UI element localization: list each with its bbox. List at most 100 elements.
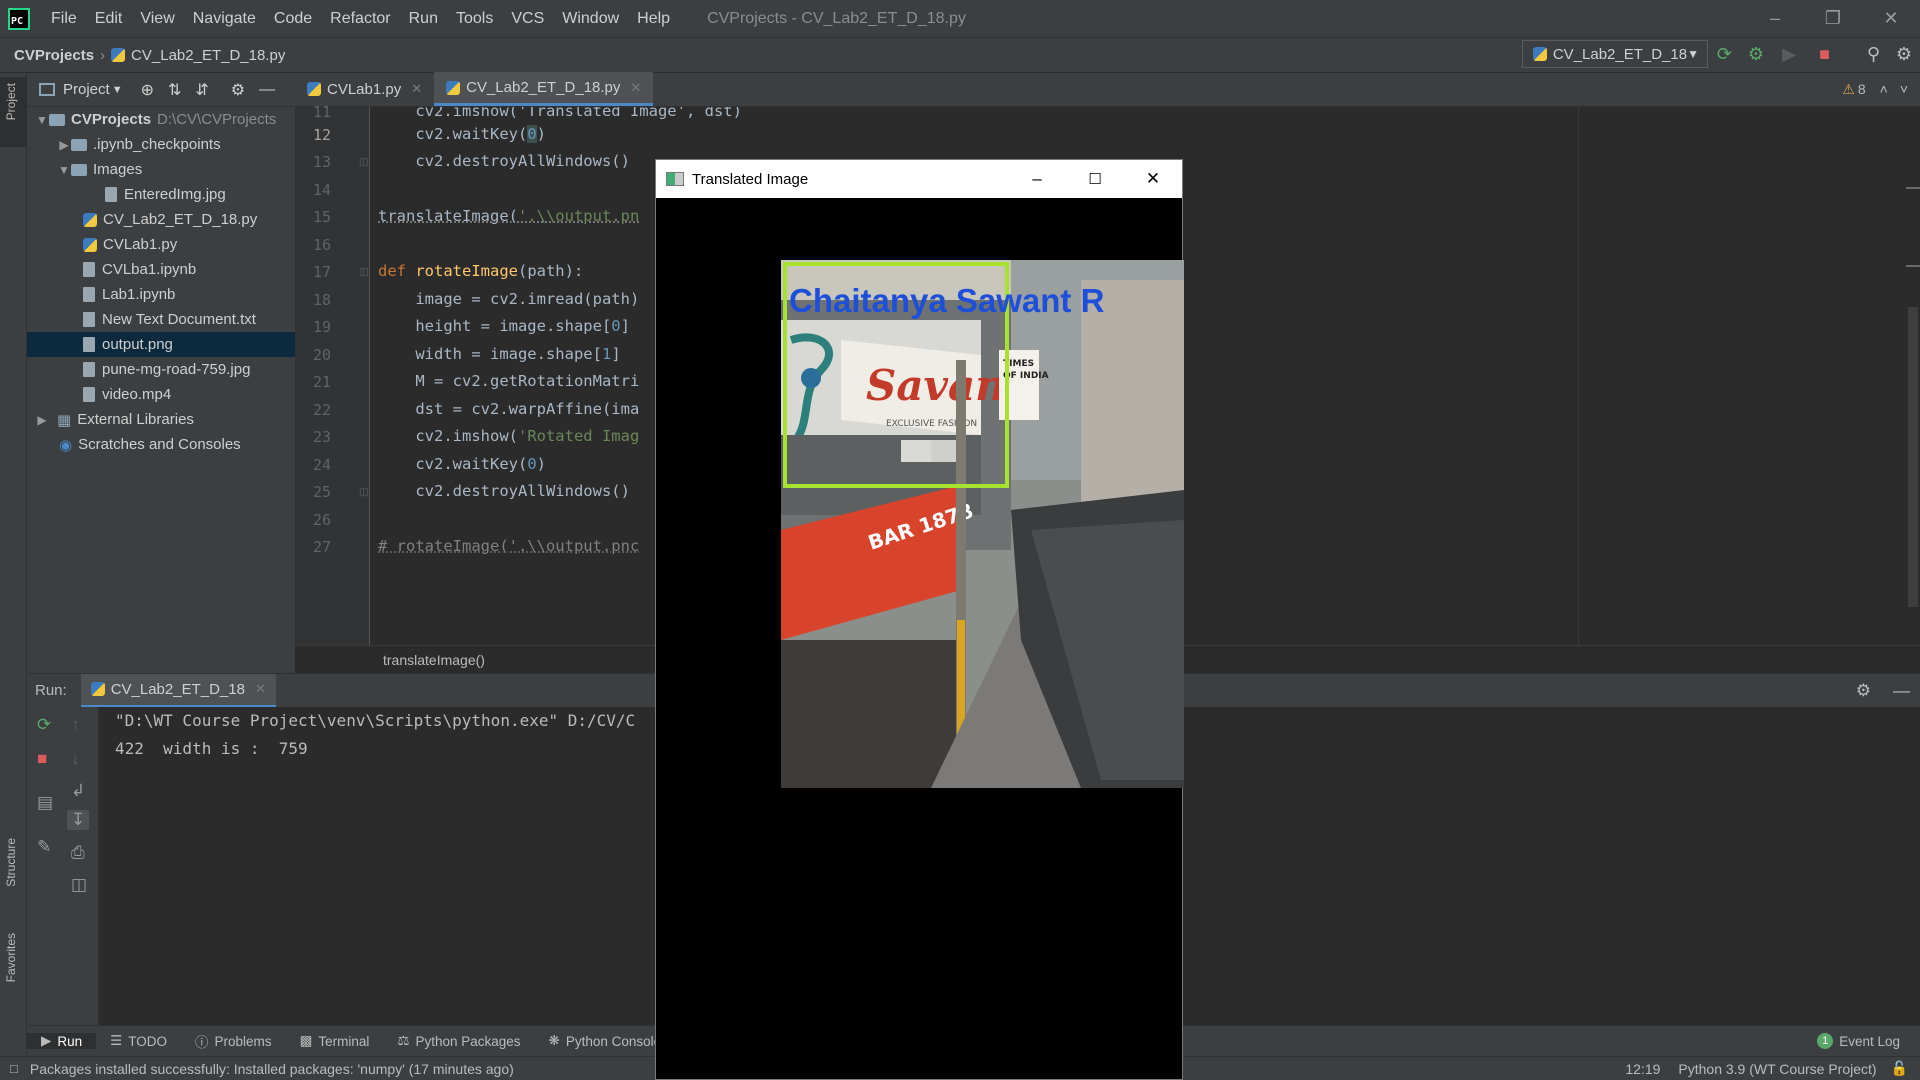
previous-highlight-icon[interactable]: ˄ xyxy=(1880,81,1888,97)
tab-cvlab1[interactable]: CVLab1.py ✕ xyxy=(295,72,434,106)
gear-icon[interactable]: ⚙ xyxy=(1856,681,1871,701)
minimize-icon[interactable]: – xyxy=(1008,169,1066,189)
breadcrumb-file[interactable]: CV_Lab2_ET_D_18.py xyxy=(131,47,285,64)
tree-item-pune-mg-road[interactable]: pune-mg-road-759.jpg xyxy=(27,357,295,382)
interpreter-selector[interactable]: Python 3.9 (WT Course Project) xyxy=(1678,1061,1876,1077)
inspection-widget[interactable]: ⚠ 8 ˄ ˅ xyxy=(1842,72,1920,106)
toolwindow-python-packages[interactable]: ⚖ Python Packages xyxy=(383,1033,534,1049)
hide-panel-icon[interactable]: — xyxy=(1893,681,1910,701)
stop-icon[interactable]: ■ xyxy=(1819,44,1830,65)
layout-icon[interactable]: ▤ xyxy=(37,793,53,813)
line-number: 25 xyxy=(312,483,331,501)
rerun-icon[interactable]: ⟳ xyxy=(1717,44,1732,65)
toolwindow-run[interactable]: ▶ Run xyxy=(27,1033,97,1049)
close-tab-icon[interactable]: ✕ xyxy=(255,681,266,697)
fold-icon[interactable]: ◫ xyxy=(359,267,368,278)
structure-tool-tab[interactable]: Structure xyxy=(4,838,18,887)
coverage-icon[interactable]: ▶ xyxy=(1782,44,1796,65)
menu-vcs[interactable]: VCS xyxy=(502,10,553,28)
close-icon[interactable]: ✕ xyxy=(1862,0,1920,37)
caret-position[interactable]: 12:19 xyxy=(1625,1061,1660,1077)
menu-window[interactable]: Window xyxy=(553,10,628,28)
breadcrumb-function[interactable]: translateImage() xyxy=(383,652,485,668)
menu-navigate[interactable]: Navigate xyxy=(184,10,265,28)
toolwindow-todo[interactable]: ☰ TODO xyxy=(96,1033,181,1049)
run-configuration-select[interactable]: CV_Lab2_ET_D_18 ▼ xyxy=(1522,40,1708,68)
chevron-down-icon[interactable]: ▼ xyxy=(112,84,123,96)
menu-run[interactable]: Run xyxy=(400,10,447,28)
menu-edit[interactable]: Edit xyxy=(86,10,132,28)
close-tab-icon[interactable]: ✕ xyxy=(630,80,641,96)
status-panel-icon[interactable]: □ xyxy=(10,1061,18,1076)
tree-item-ipynb-checkpoints[interactable]: ▶ .ipynb_checkpoints xyxy=(27,132,295,157)
tree-item-cvlba1[interactable]: CVLba1.ipynb xyxy=(27,257,295,282)
locate-icon[interactable]: ⊕ xyxy=(141,80,154,100)
favorites-tool-tab[interactable]: Favorites xyxy=(4,933,18,982)
fold-icon[interactable]: ◫ xyxy=(359,157,368,168)
tree-item-cv-lab2[interactable]: CV_Lab2_ET_D_18.py xyxy=(27,207,295,232)
stop-icon[interactable]: ■ xyxy=(37,749,47,769)
lock-icon[interactable]: 🔓 xyxy=(1891,1060,1908,1077)
debug-icon[interactable]: ⚙ xyxy=(1748,44,1764,65)
menu-view[interactable]: View xyxy=(131,10,183,28)
restore-icon[interactable]: ❐ xyxy=(1804,0,1862,37)
gear-icon[interactable]: ⚙ xyxy=(231,80,245,100)
search-icon[interactable]: ⚲ xyxy=(1867,44,1880,65)
pin-icon[interactable]: ✎ xyxy=(37,837,51,857)
menu-file[interactable]: File xyxy=(42,10,86,28)
next-highlight-icon[interactable]: ˅ xyxy=(1900,81,1908,97)
menu-tools[interactable]: Tools xyxy=(447,10,502,28)
rerun-icon[interactable]: ⟳ xyxy=(37,715,51,735)
hide-panel-icon[interactable]: — xyxy=(259,81,275,99)
fold-icon[interactable]: ◫ xyxy=(359,487,368,498)
down-arrow-icon[interactable]: ↓ xyxy=(71,749,80,769)
status-message[interactable]: Packages installed successfully: Install… xyxy=(30,1061,514,1077)
tree-item-enteredimg[interactable]: EnteredImg.jpg xyxy=(27,182,295,207)
menu-help[interactable]: Help xyxy=(628,10,679,28)
line-number: 16 xyxy=(312,236,331,254)
soft-wrap-icon[interactable]: ↲ xyxy=(71,781,85,801)
tree-item-cvlab1[interactable]: CVLab1.py xyxy=(27,232,295,257)
toolwindow-problems[interactable]: ⓘ Problems xyxy=(181,1031,286,1051)
tree-item-new-text-document[interactable]: New Text Document.txt xyxy=(27,307,295,332)
trash-icon[interactable]: ◫ xyxy=(71,875,87,895)
tree-item-images[interactable]: ▼ Images xyxy=(27,157,295,182)
close-icon[interactable]: ✕ xyxy=(1124,169,1182,189)
translated-image-window[interactable]: Translated Image – ☐ ✕ Savana EXCLUSIVE … xyxy=(655,159,1184,1080)
up-arrow-icon[interactable]: ↑ xyxy=(71,715,80,735)
run-tab[interactable]: CV_Lab2_ET_D_18 ✕ xyxy=(80,673,276,708)
tree-item-output-png[interactable]: output.png xyxy=(27,332,295,357)
menu-code[interactable]: Code xyxy=(265,10,321,28)
toolwindow-label: Python Packages xyxy=(415,1033,521,1049)
line-number: 15 xyxy=(312,208,331,226)
error-stripe[interactable] xyxy=(1900,107,1920,645)
chevron-down-icon[interactable]: ▼ xyxy=(57,163,71,177)
scroll-to-end-icon[interactable]: ↧ xyxy=(67,810,90,830)
close-tab-icon[interactable]: ✕ xyxy=(411,81,422,97)
breadcrumb-project[interactable]: CVProjects xyxy=(14,47,94,64)
tab-cv-lab2[interactable]: CV_Lab2_ET_D_18.py ✕ xyxy=(434,72,654,106)
project-view-select[interactable]: Project xyxy=(63,81,110,98)
settings-icon[interactable]: ⚙ xyxy=(1896,44,1912,65)
minimize-icon[interactable]: – xyxy=(1746,0,1804,37)
toolwindow-event-log[interactable]: 1 Event Log xyxy=(1803,1033,1920,1049)
code-line: image = cv2.imread(path) xyxy=(378,290,639,308)
print-icon[interactable]: ⎙ xyxy=(71,843,85,863)
maximize-icon[interactable]: ☐ xyxy=(1066,170,1124,188)
toolwindow-terminal[interactable]: ▩ Terminal xyxy=(286,1033,384,1049)
expand-all-icon[interactable]: ⇅ xyxy=(168,80,181,100)
collapse-all-icon[interactable]: ⇵ xyxy=(195,80,208,100)
cv-window-titlebar[interactable]: Translated Image – ☐ ✕ xyxy=(656,160,1182,198)
chevron-down-icon[interactable]: ▼ xyxy=(35,113,49,127)
project-tool-tab[interactable]: Project xyxy=(0,77,27,147)
tree-item-external-libraries[interactable]: ▶ ▦ External Libraries xyxy=(27,407,295,432)
tree-item-cvprojects[interactable]: ▼ CVProjects D:\CV\CVProjects xyxy=(27,107,295,132)
chevron-right-icon[interactable]: ▶ xyxy=(35,413,49,427)
tree-item-lab1[interactable]: Lab1.ipynb xyxy=(27,282,295,307)
tree-item-video[interactable]: video.mp4 xyxy=(27,382,295,407)
scrollbar-thumb[interactable] xyxy=(1908,307,1918,607)
menu-refactor[interactable]: Refactor xyxy=(321,10,399,28)
chevron-right-icon[interactable]: ▶ xyxy=(57,138,71,152)
tree-item-scratches[interactable]: ◉ Scratches and Consoles xyxy=(27,432,295,457)
code-text: cv2.waitKey( xyxy=(378,455,528,473)
